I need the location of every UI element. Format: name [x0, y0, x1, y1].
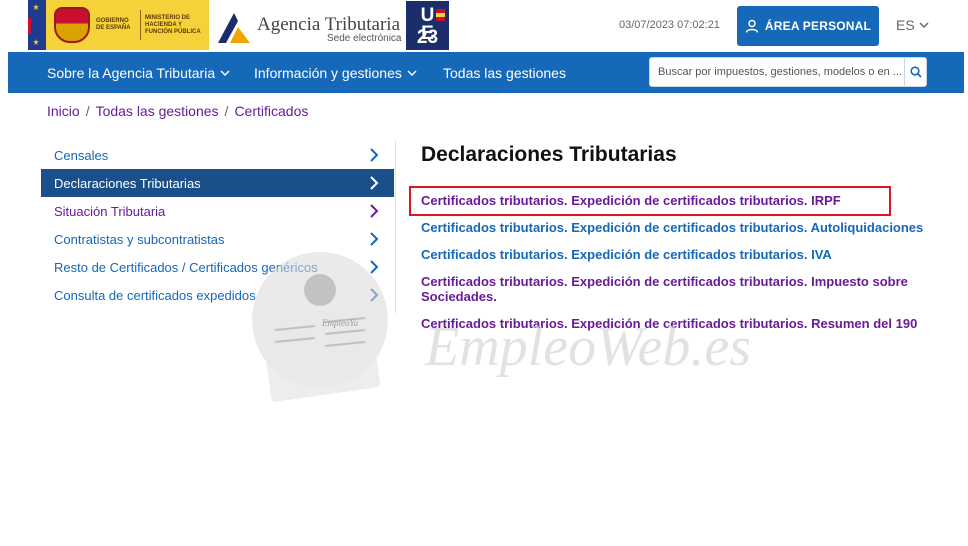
sidebar-item-situacion[interactable]: Situación Tributaria	[41, 197, 394, 225]
chevron-down-icon	[407, 70, 417, 76]
datetime: 03/07/2023 07:02:21	[619, 19, 720, 31]
nav-item-sobre-agencia[interactable]: Sobre la Agencia Tributaria	[47, 65, 230, 81]
page-title: Declaraciones Tributarias	[421, 143, 677, 166]
search-icon	[909, 66, 922, 78]
chevron-right-icon	[370, 148, 379, 162]
sidebar-divider	[395, 141, 396, 313]
breadcrumb-todas-gestiones[interactable]: Todas las gestiones	[96, 103, 219, 119]
link-certificado-autoliquidaciones[interactable]: Certificados tributarios. Expedición de …	[421, 220, 941, 235]
agencia-tributaria-logo[interactable]: Agencia Tributaria Sede electrónica	[216, 5, 406, 47]
spain-flag-icon	[436, 9, 445, 21]
chevron-right-icon	[370, 288, 379, 302]
main-navigation: Sobre la Agencia Tributaria Información …	[8, 52, 964, 93]
agency-subtitle: Sede electrónica	[327, 33, 402, 44]
link-certificado-iva[interactable]: Certificados tributarios. Expedición de …	[421, 247, 941, 262]
personal-area-label: ÁREA PERSONAL	[764, 19, 872, 33]
search-button[interactable]	[904, 58, 926, 86]
nav-item-label: Información y gestiones	[254, 65, 402, 81]
chevron-right-icon	[370, 260, 379, 274]
government-logo[interactable]: Gobierno de España Ministerio de Haciend…	[28, 0, 209, 50]
sidebar-item-label: Censales	[54, 147, 109, 163]
chevron-right-icon	[370, 176, 379, 190]
sidebar-item-censales[interactable]: Censales	[41, 141, 394, 169]
language-label: ES	[896, 17, 915, 33]
nav-item-informacion-gestiones[interactable]: Información y gestiones	[254, 65, 417, 81]
nav-item-label: Sobre la Agencia Tributaria	[47, 65, 216, 81]
nav-item-label: Todas las gestiones	[443, 65, 566, 81]
link-certificado-irpf[interactable]: Certificados tributarios. Expedición de …	[421, 193, 941, 208]
sidebar-item-label: Resto de Certificados / Certificados gen…	[54, 259, 318, 275]
gov-text: Gobierno de España	[96, 18, 131, 31]
chevron-down-icon	[220, 70, 230, 76]
sidebar-item-consulta-certificados[interactable]: Consulta de certificados expedidos	[41, 281, 394, 309]
personal-area-button[interactable]: ÁREA PERSONAL	[737, 6, 879, 46]
language-selector[interactable]: ES	[896, 17, 929, 33]
sidebar-item-label: Contratistas y subcontratistas	[54, 231, 225, 247]
breadcrumb-certificados[interactable]: Certificados	[234, 103, 308, 119]
link-certificado-resumen-190[interactable]: Certificados tributarios. Expedición de …	[421, 316, 941, 331]
breadcrumb: Inicio / Todas las gestiones / Certifica…	[47, 103, 309, 119]
breadcrumb-inicio[interactable]: Inicio	[47, 103, 80, 119]
sidebar-item-label: Situación Tributaria	[54, 203, 166, 219]
nav-item-todas-gestiones[interactable]: Todas las gestiones	[443, 65, 566, 81]
agency-mark-icon	[218, 13, 250, 43]
chevron-right-icon	[370, 232, 379, 246]
watermark-badge-text: EmpleoYa	[321, 318, 359, 328]
eu-flag-strip	[28, 0, 46, 50]
chevron-right-icon	[370, 204, 379, 218]
sidebar-item-label: Consulta de certificados expedidos	[54, 287, 256, 303]
ue23-badge: UE 23	[406, 1, 449, 50]
sidebar-item-resto-certificados[interactable]: Resto de Certificados / Certificados gen…	[41, 253, 394, 281]
user-icon	[745, 19, 759, 33]
sidebar-item-contratistas[interactable]: Contratistas y subcontratistas	[41, 225, 394, 253]
link-certificado-sociedades[interactable]: Certificados tributarios. Expedición de …	[421, 274, 941, 304]
sidebar-item-declaraciones[interactable]: Declaraciones Tributarias	[41, 169, 394, 197]
chevron-down-icon	[919, 22, 929, 28]
search-box	[649, 57, 927, 87]
sidebar-menu: Censales Declaraciones Tributarias Situa…	[41, 141, 394, 309]
coat-of-arms-icon	[54, 7, 90, 43]
sidebar-item-label: Declaraciones Tributarias	[54, 175, 201, 191]
site-header: Gobierno de España Ministerio de Haciend…	[0, 0, 968, 52]
ministry-text: Ministerio de Hacienda y Función Pública	[145, 14, 201, 35]
certificate-links: Certificados tributarios. Expedición de …	[421, 193, 941, 343]
search-input[interactable]	[658, 58, 906, 86]
